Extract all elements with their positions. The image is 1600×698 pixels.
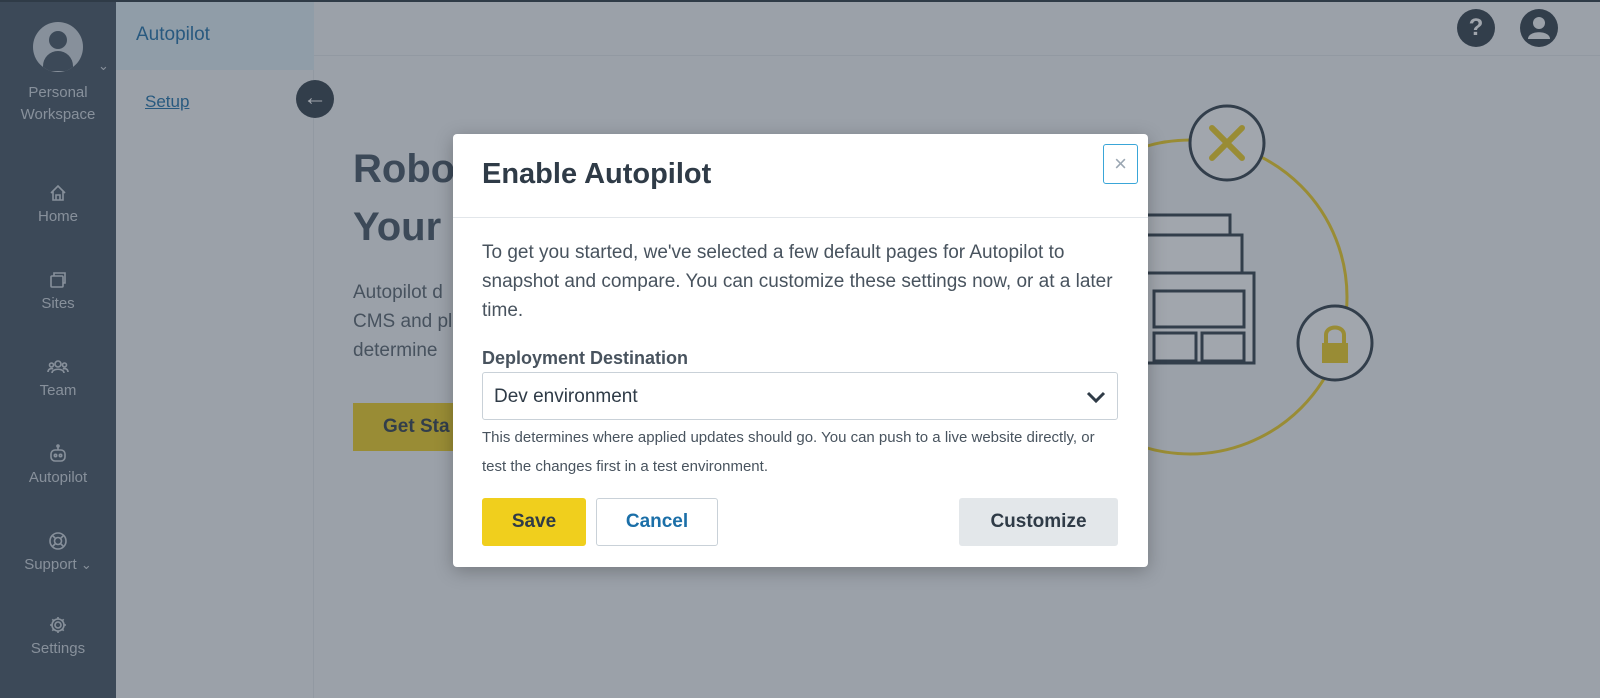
enable-autopilot-dialog: Enable Autopilot × To get you started, w…	[453, 134, 1148, 567]
top-border	[0, 0, 1600, 2]
deployment-help-text: This determines where applied updates sh…	[482, 429, 1095, 475]
modal-header: Enable Autopilot ×	[453, 134, 1148, 218]
deployment-destination-label: Deployment Destination	[482, 348, 689, 368]
chevron-down-icon	[1086, 391, 1106, 404]
modal-description: To get you started, we've selected a few…	[482, 242, 1113, 321]
modal-title: Enable Autopilot	[482, 158, 712, 190]
close-icon[interactable]: ×	[1103, 144, 1138, 184]
select-value: Dev environment	[494, 386, 638, 407]
cancel-button[interactable]: Cancel	[596, 498, 718, 546]
save-button[interactable]: Save	[482, 498, 586, 546]
customize-button[interactable]: Customize	[959, 498, 1118, 546]
deployment-destination-select[interactable]: Dev environment	[482, 372, 1118, 420]
